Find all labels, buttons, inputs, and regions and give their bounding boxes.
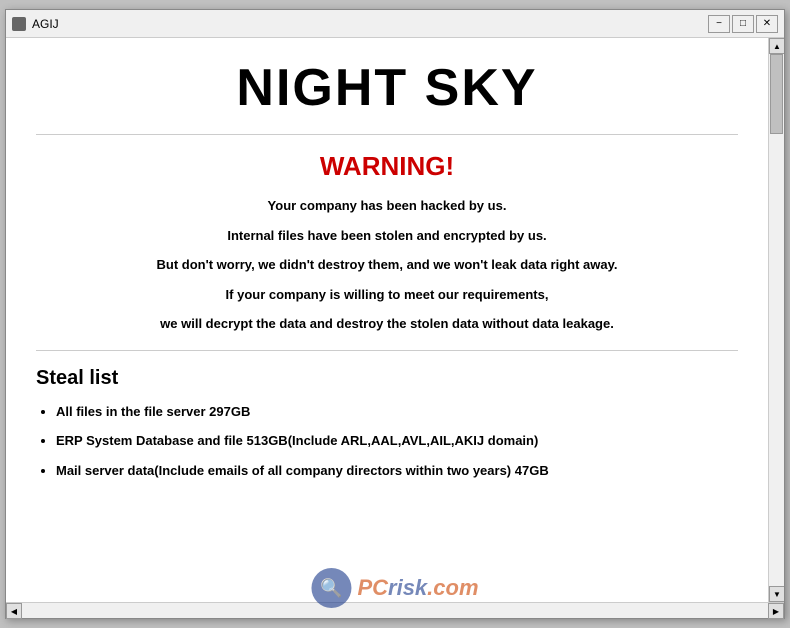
main-title: NIGHT SKY: [36, 58, 738, 118]
paragraph-5: we will decrypt the data and destroy the…: [36, 314, 738, 334]
scroll-up-button[interactable]: ▲: [769, 38, 784, 54]
window-title: AGIJ: [32, 17, 59, 31]
content-area: NIGHT SKY WARNING! Your company has been…: [6, 38, 768, 602]
list-item: All files in the file server 297GB: [56, 402, 738, 422]
title-bar-left: AGIJ: [12, 17, 59, 31]
main-window: AGIJ − □ ✕ NIGHT SKY WARNING! Your compa…: [5, 9, 785, 619]
paragraph-1: Your company has been hacked by us.: [36, 196, 738, 216]
list-item: Mail server data(Include emails of all c…: [56, 461, 738, 481]
vertical-scrollbar[interactable]: ▲ ▼: [768, 38, 784, 602]
list-item: ERP System Database and file 513GB(Inclu…: [56, 431, 738, 451]
paragraph-4: If your company is willing to meet our r…: [36, 285, 738, 305]
scrollbar-track[interactable]: [769, 54, 784, 586]
window-body: NIGHT SKY WARNING! Your company has been…: [6, 38, 784, 602]
steal-list: All files in the file server 297GB ERP S…: [36, 402, 738, 481]
paragraph-3: But don't worry, we didn't destroy them,…: [36, 255, 738, 275]
warning-title: WARNING!: [36, 151, 738, 182]
divider-2: [36, 350, 738, 351]
divider-1: [36, 134, 738, 135]
scroll-down-button[interactable]: ▼: [769, 586, 784, 602]
title-bar: AGIJ − □ ✕: [6, 10, 784, 38]
scroll-left-button[interactable]: ◀: [6, 603, 22, 619]
steal-list-title: Steal list: [36, 367, 738, 390]
minimize-button[interactable]: −: [708, 15, 730, 33]
scroll-right-button[interactable]: ▶: [768, 603, 784, 619]
horizontal-scrollbar[interactable]: ◀ ▶: [6, 602, 784, 618]
maximize-button[interactable]: □: [732, 15, 754, 33]
app-icon: [12, 17, 26, 31]
close-button[interactable]: ✕: [756, 15, 778, 33]
paragraph-2: Internal files have been stolen and encr…: [36, 226, 738, 246]
window-controls: − □ ✕: [708, 15, 778, 33]
scrollbar-thumb[interactable]: [770, 54, 783, 134]
h-scrollbar-track[interactable]: [22, 603, 768, 618]
